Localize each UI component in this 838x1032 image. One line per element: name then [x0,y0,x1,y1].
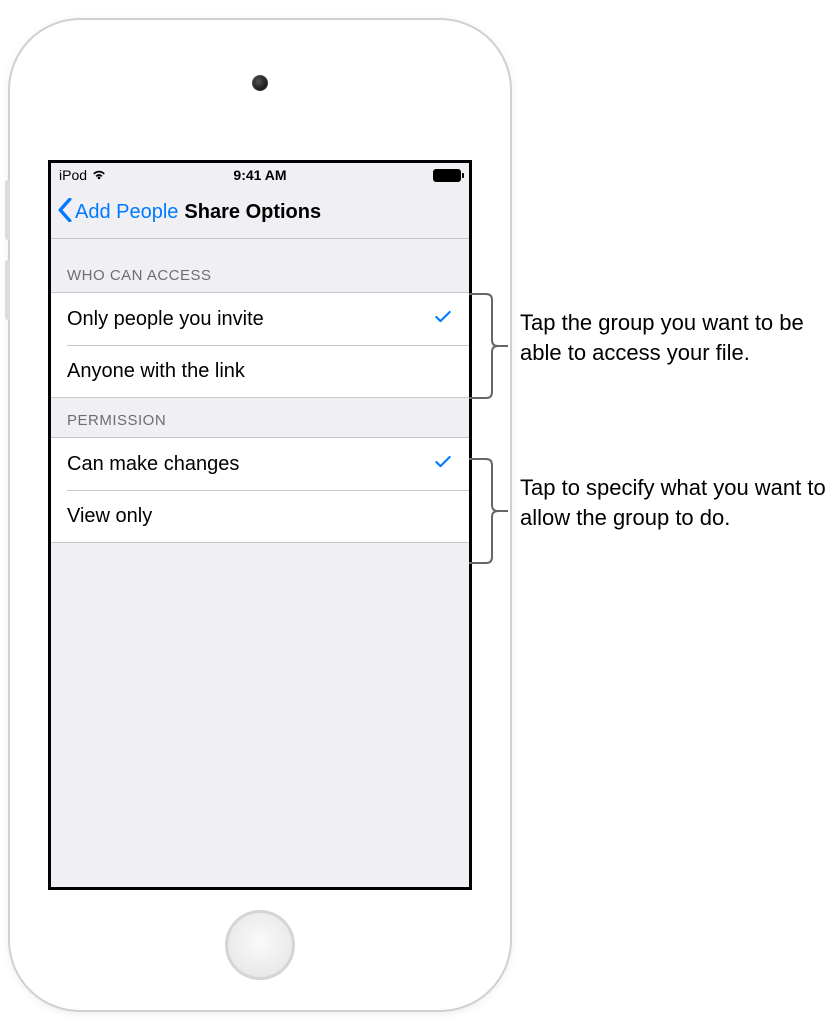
battery-icon [433,169,461,182]
clock-label: 9:41 AM [51,167,469,183]
permission-options-group: Can make changes View only [51,437,469,543]
nav-bar: Add People Share Options [51,187,469,239]
volume-up-button [5,180,10,240]
status-left: iPod [59,167,107,184]
status-bar: iPod 9:41 AM [51,163,469,187]
permission-option-view-only[interactable]: View only [51,490,469,542]
carrier-label: iPod [59,167,87,183]
cell-label: Anyone with the link [67,360,245,383]
section-header-access: Who Can Access [51,239,469,292]
section-header-permission: Permission [51,398,469,437]
volume-down-button [5,260,10,320]
front-camera [252,75,268,91]
checkmark-icon [433,307,453,332]
access-options-group: Only people you invite Anyone with the l… [51,292,469,398]
callout-bracket-permission [468,455,510,567]
status-right [433,169,461,182]
chevron-left-icon [57,198,73,228]
back-button[interactable]: Add People [51,198,178,228]
permission-option-can-edit[interactable]: Can make changes [51,438,469,490]
page-title: Share Options [184,201,321,224]
wifi-icon [91,167,107,184]
checkmark-icon [433,452,453,477]
screen: iPod 9:41 AM Add People Share Options Wh… [48,160,472,890]
home-button [225,910,295,980]
cell-label: Can make changes [67,453,239,476]
device-frame: iPod 9:41 AM Add People Share Options Wh… [10,20,510,1010]
access-option-anyone-link[interactable]: Anyone with the link [51,345,469,397]
back-label: Add People [75,201,178,224]
callout-bracket-access [468,290,510,402]
callout-access: Tap the group you want to be able to acc… [520,308,830,367]
cell-label: Only people you invite [67,308,264,331]
content: Who Can Access Only people you invite An… [51,239,469,543]
callout-permission: Tap to specify what you want to allow th… [520,473,830,532]
access-option-invite-only[interactable]: Only people you invite [51,293,469,345]
cell-label: View only [67,505,152,528]
